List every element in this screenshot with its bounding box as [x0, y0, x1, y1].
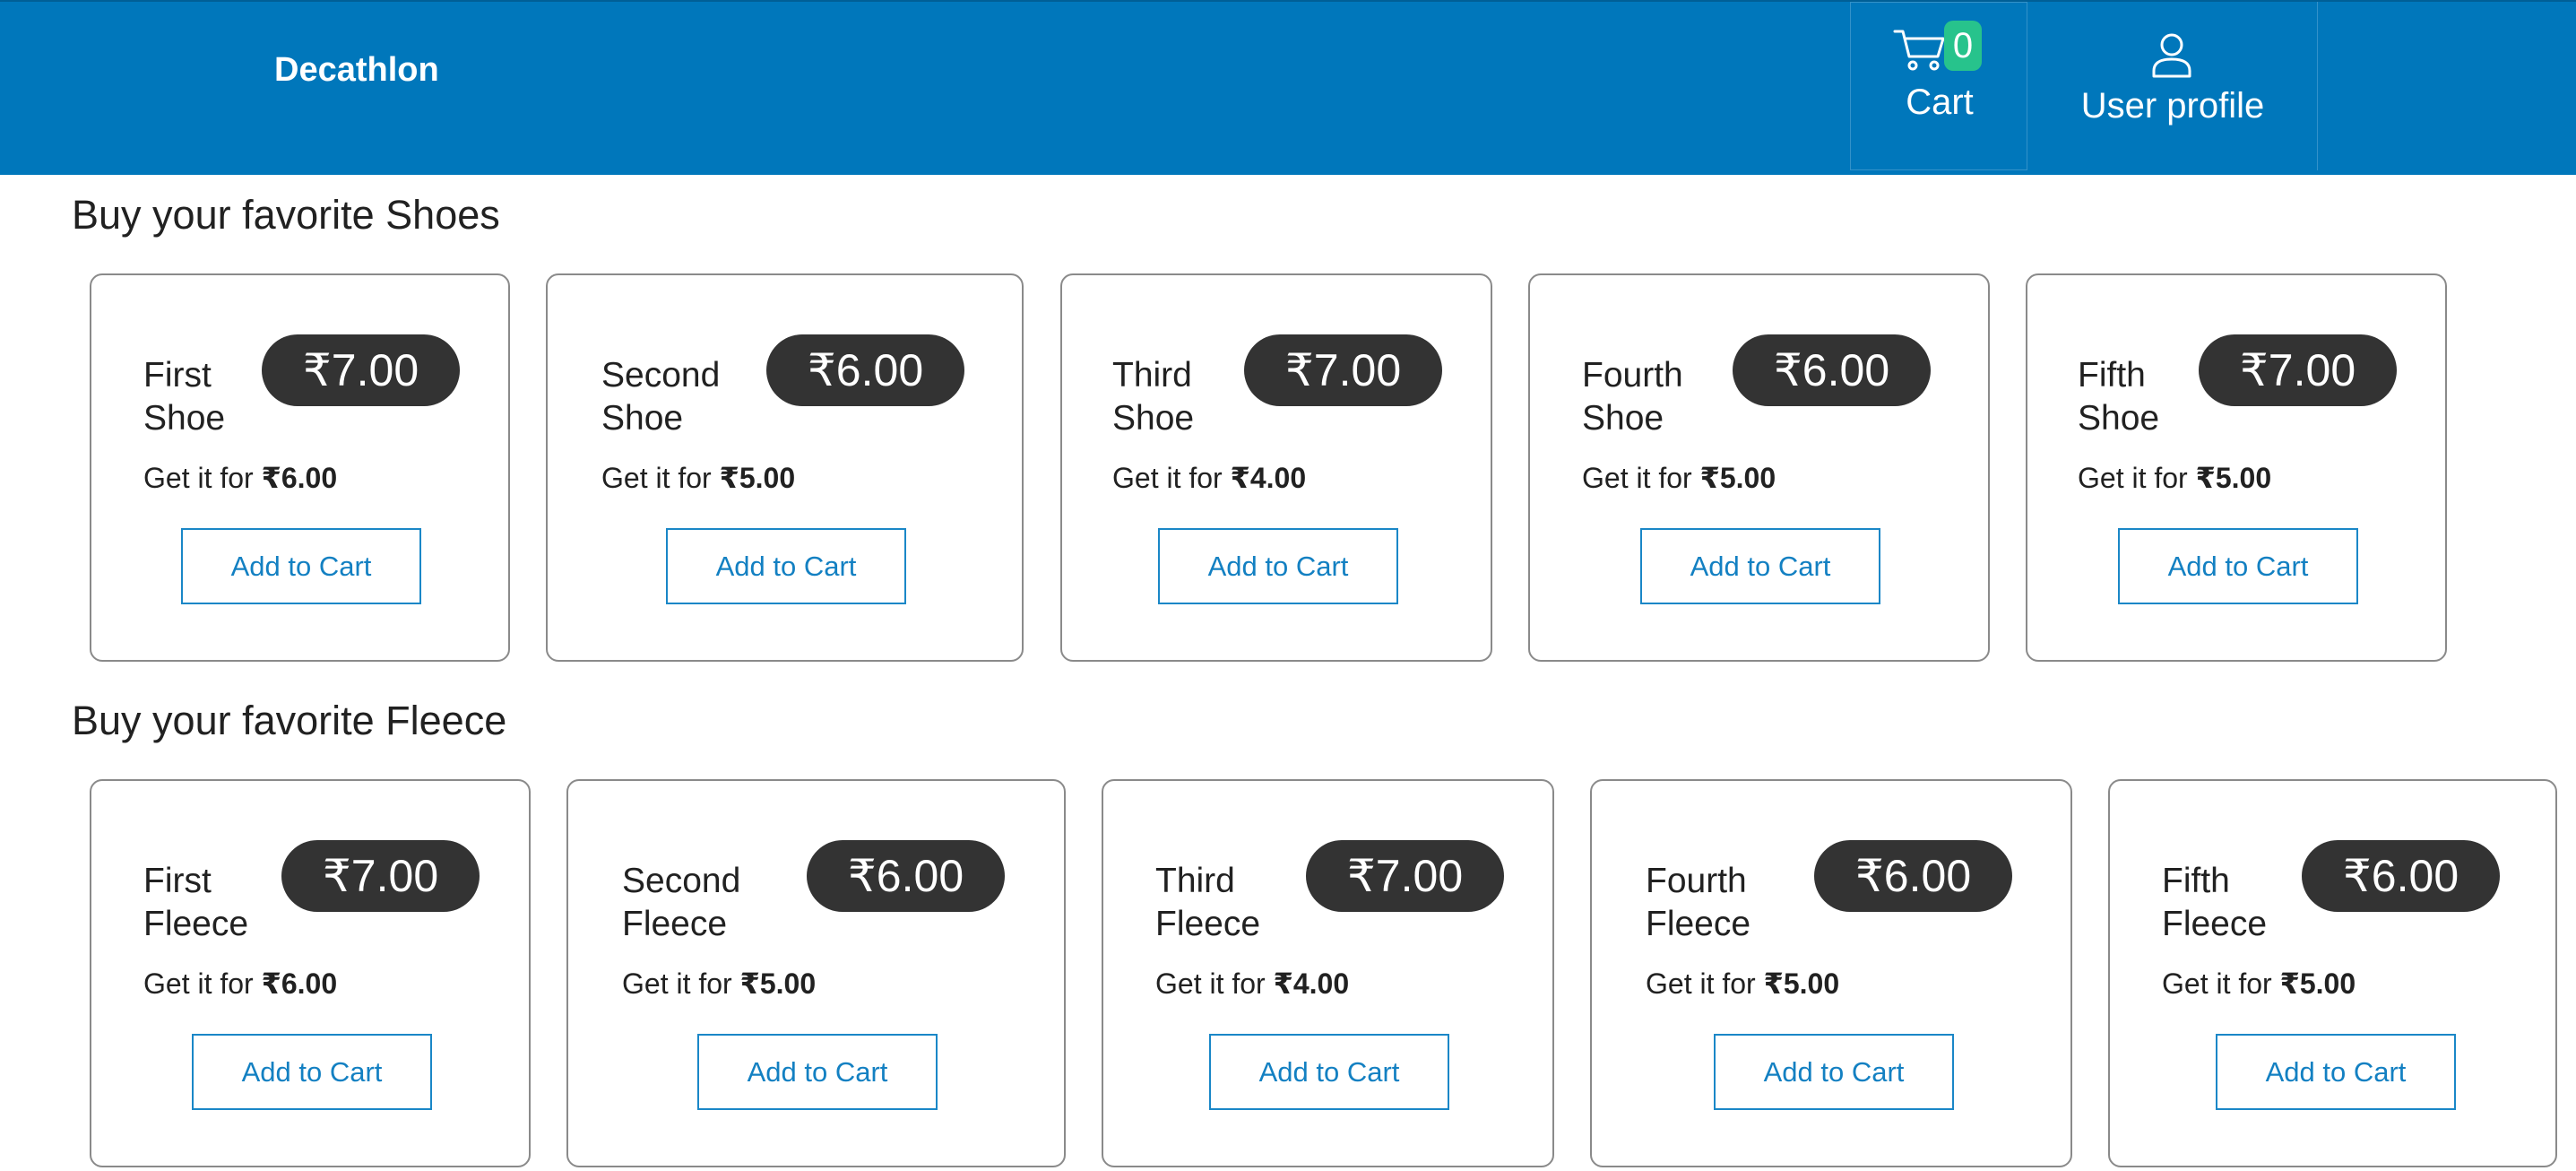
add-to-cart-button[interactable]: Add to Cart	[666, 528, 906, 604]
product-card: First Shoe ₹7.00 Get it for ₹6.00 Add to …	[90, 273, 510, 662]
add-to-cart-button[interactable]: Add to Cart	[192, 1034, 432, 1110]
price-badge: ₹6.00	[2302, 840, 2501, 912]
brand-logo[interactable]: Decathlon	[274, 50, 439, 90]
offer-price: ₹4.00	[1230, 462, 1307, 494]
offer-text: Get it for ₹5.00	[2078, 462, 2272, 494]
price-badge: ₹7.00	[1244, 334, 1443, 406]
user-profile-nav-item[interactable]: User profile	[2027, 2, 2318, 170]
cart-icon	[1893, 30, 1945, 71]
product-name: Third Fleece	[1155, 862, 1261, 943]
product-name: Fifth Shoe	[2078, 356, 2160, 438]
section-title-shoes: Buy your favorite Shoes	[72, 192, 500, 238]
user-profile-label: User profile	[2080, 86, 2265, 126]
price-badge: ₹7.00	[2199, 334, 2398, 406]
top-navbar: Decathlon 0 Cart User profile	[0, 0, 2576, 175]
user-icon	[2152, 33, 2191, 78]
price-badge: ₹6.00	[1733, 334, 1932, 406]
product-name: Fifth Fleece	[2162, 862, 2268, 943]
add-to-cart-button[interactable]: Add to Cart	[1640, 528, 1880, 604]
price-badge: ₹7.00	[262, 334, 461, 406]
product-card: First Fleece ₹7.00 Get it for ₹6.00 Add t…	[90, 779, 531, 1167]
offer-text: Get it for ₹5.00	[2162, 967, 2356, 1000]
offer-text: Get it for ₹5.00	[622, 967, 817, 1000]
offer-price: ₹5.00	[1763, 967, 1840, 1000]
offer-price: ₹5.00	[2195, 462, 2272, 494]
offer-text: Get it for ₹4.00	[1155, 967, 1350, 1000]
offer-price: ₹5.00	[1699, 462, 1776, 494]
add-to-cart-button[interactable]: Add to Cart	[697, 1034, 938, 1110]
price-badge: ₹7.00	[1306, 840, 1505, 912]
product-name: Third Shoe	[1112, 356, 1195, 438]
add-to-cart-button[interactable]: Add to Cart	[2216, 1034, 2456, 1110]
product-name: Fourth Fleece	[1646, 862, 1751, 943]
offer-text: Get it for ₹4.00	[1112, 462, 1307, 494]
product-card: Fifth Fleece ₹6.00 Get it for ₹5.00 Add t…	[2108, 779, 2557, 1167]
offer-text: Get it for ₹5.00	[1582, 462, 1776, 494]
add-to-cart-button[interactable]: Add to Cart	[181, 528, 421, 604]
product-card: Fourth Shoe ₹6.00 Get it for ₹5.00 Add to…	[1528, 273, 1990, 662]
price-badge: ₹6.00	[807, 840, 1006, 912]
product-card: Second Shoe ₹6.00 Get it for ₹5.00 Add to…	[546, 273, 1024, 662]
add-to-cart-button[interactable]: Add to Cart	[1158, 528, 1398, 604]
cart-count-badge: 0	[1944, 21, 1982, 71]
price-badge: ₹7.00	[281, 840, 480, 912]
price-badge: ₹6.00	[766, 334, 965, 406]
offer-price: ₹6.00	[261, 462, 338, 494]
product-name: Fourth Shoe	[1582, 356, 1683, 438]
product-name: Second Fleece	[622, 862, 741, 943]
product-name: Second Shoe	[601, 356, 721, 438]
offer-price: ₹6.00	[261, 967, 338, 1000]
product-name: First Shoe	[143, 356, 226, 438]
product-name: First Fleece	[143, 862, 249, 943]
offer-price: ₹5.00	[739, 967, 817, 1000]
cart-label: Cart	[1906, 82, 1974, 122]
product-card: Third Shoe ₹7.00 Get it for ₹4.00 Add to …	[1060, 273, 1492, 662]
offer-text: Get it for ₹6.00	[143, 967, 338, 1000]
offer-text: Get it for ₹6.00	[143, 462, 338, 494]
offer-price: ₹5.00	[719, 462, 796, 494]
add-to-cart-button[interactable]: Add to Cart	[1209, 1034, 1449, 1110]
offer-price: ₹4.00	[1273, 967, 1350, 1000]
product-card: Third Fleece ₹7.00 Get it for ₹4.00 Add t…	[1102, 779, 1554, 1167]
price-badge: ₹6.00	[1814, 840, 2013, 912]
offer-text: Get it for ₹5.00	[1646, 967, 1840, 1000]
product-card: Fourth Fleece ₹6.00 Get it for ₹5.00 Add …	[1590, 779, 2072, 1167]
product-card: Fifth Shoe ₹7.00 Get it for ₹5.00 Add to …	[2026, 273, 2447, 662]
cart-nav-item[interactable]: 0 Cart	[1850, 2, 2027, 170]
add-to-cart-button[interactable]: Add to Cart	[1714, 1034, 1954, 1110]
section-title-fleece: Buy your favorite Fleece	[72, 698, 507, 743]
product-card: Second Fleece ₹6.00 Get it for ₹5.00 Add …	[566, 779, 1066, 1167]
offer-text: Get it for ₹5.00	[601, 462, 796, 494]
add-to-cart-button[interactable]: Add to Cart	[2118, 528, 2358, 604]
offer-price: ₹5.00	[2279, 967, 2356, 1000]
